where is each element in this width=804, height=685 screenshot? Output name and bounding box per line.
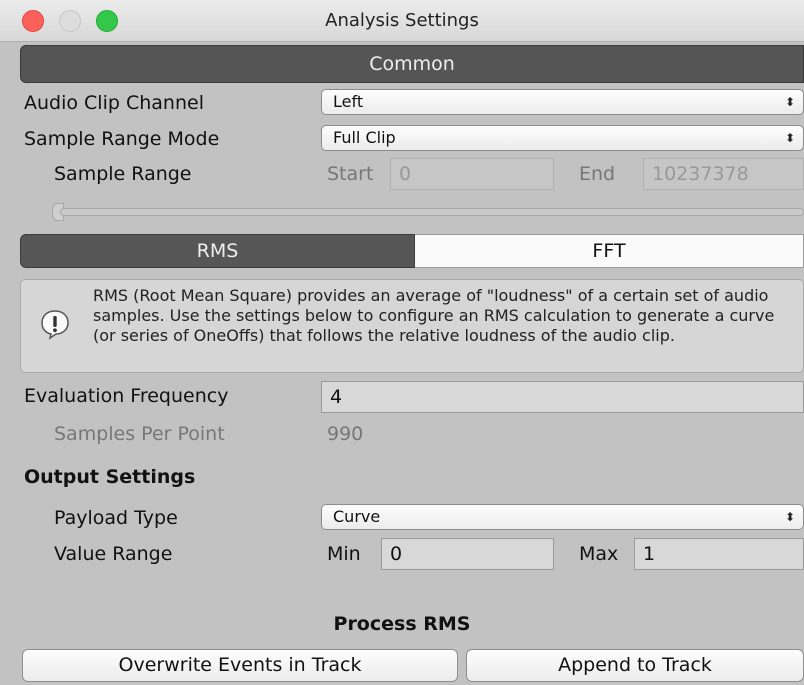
value-range-max-label: Max (579, 543, 619, 565)
updown-arrows-icon: ⬍ (784, 131, 795, 145)
title-bar: Analysis Settings (0, 0, 804, 42)
rms-help-box: RMS (Root Mean Square) provides an avera… (20, 279, 804, 373)
window-title: Analysis Settings (325, 10, 479, 31)
append-to-track-button[interactable]: Append to Track (466, 649, 804, 682)
audio-clip-channel-label: Audio Clip Channel (24, 92, 204, 114)
rms-help-text: RMS (Root Mean Square) provides an avera… (93, 286, 775, 345)
value-range-label: Value Range (54, 543, 173, 565)
sample-range-end-field[interactable]: 10237378 (643, 158, 804, 190)
value-range-max-field[interactable]: 1 (634, 538, 804, 570)
analysis-tabbar: RMS FFT (20, 234, 804, 268)
info-exclamation-icon (41, 310, 69, 340)
value-range-min-field[interactable]: 0 (381, 538, 554, 570)
tab-fft[interactable]: FFT (415, 234, 804, 268)
sample-range-mode-dropdown[interactable]: Full Clip ⬍ (321, 125, 804, 151)
sample-range-slider[interactable] (60, 208, 804, 216)
audio-clip-channel-dropdown[interactable]: Left ⬍ (321, 89, 804, 115)
evaluation-frequency-field[interactable]: 4 (321, 381, 804, 413)
samples-per-point-label: Samples Per Point (54, 423, 225, 445)
audio-clip-channel-value: Left (333, 92, 364, 111)
payload-type-value: Curve (333, 507, 381, 526)
tab-rms[interactable]: RMS (20, 234, 415, 268)
sample-range-start-label: Start (327, 163, 374, 185)
sample-range-mode-label: Sample Range Mode (24, 128, 220, 150)
common-section-header[interactable]: Common (20, 45, 804, 83)
updown-arrows-icon: ⬍ (784, 510, 795, 524)
updown-arrows-icon: ⬍ (784, 95, 795, 109)
overwrite-events-button[interactable]: Overwrite Events in Track (22, 649, 458, 682)
sample-range-start-field[interactable]: 0 (390, 158, 554, 190)
evaluation-frequency-label: Evaluation Frequency (24, 385, 229, 407)
payload-type-label: Payload Type (54, 507, 178, 529)
sample-range-mode-value: Full Clip (333, 128, 396, 147)
output-settings-heading: Output Settings (24, 466, 196, 488)
process-rms-heading: Process RMS (333, 613, 471, 635)
payload-type-dropdown[interactable]: Curve ⬍ (321, 504, 804, 530)
sample-range-end-label: End (579, 163, 616, 185)
sample-range-label: Sample Range (54, 163, 192, 185)
value-range-min-label: Min (327, 543, 361, 565)
samples-per-point-value: 990 (327, 423, 364, 445)
